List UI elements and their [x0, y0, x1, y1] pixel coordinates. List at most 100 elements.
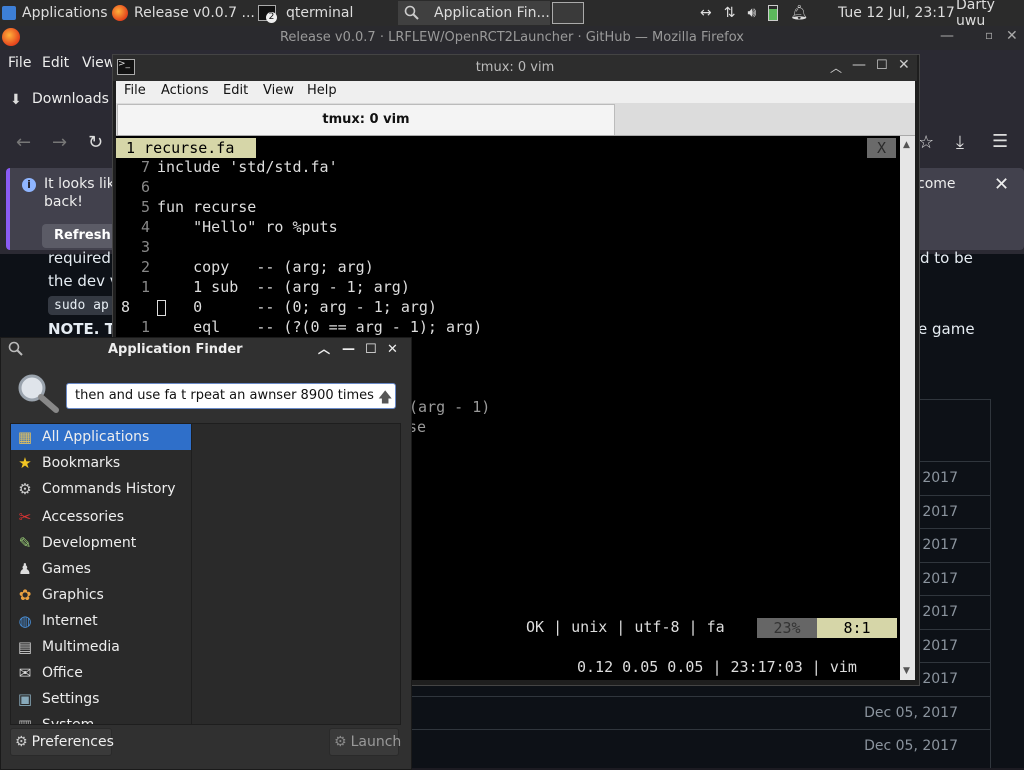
code-line: 1 sub -- (arg - 1; arg): [157, 278, 410, 296]
menu-file[interactable]: File: [8, 55, 31, 71]
menu-view[interactable]: View: [263, 83, 294, 98]
volume-icon[interactable]: 🔊︎: [747, 5, 756, 21]
preferences-button[interactable]: ⚙ Preferences: [10, 728, 114, 756]
page-text-required: required: [48, 249, 111, 267]
close-icon[interactable]: ✕: [1006, 28, 1018, 44]
asset-date: 2017: [922, 470, 958, 486]
notice-text-1: It looks lik: [44, 176, 115, 192]
task-qterminal-label: qterminal: [286, 5, 354, 21]
launch-button[interactable]: ⚙ Launch: [329, 728, 401, 756]
office-icon: ✉: [18, 664, 32, 682]
category-bookmarks[interactable]: ★ Bookmarks: [11, 450, 191, 476]
applications-menu-button[interactable]: Applications: [0, 1, 108, 25]
category-accessories[interactable]: ✂ Accessories: [11, 504, 191, 530]
task-appfinder-label: Application Fin...: [434, 5, 550, 21]
asset-row[interactable]: Dec 05, 2017: [410, 696, 990, 730]
preferences-label: Preferences: [31, 734, 114, 750]
clock[interactable]: Tue 12 Jul, 23:17: [838, 0, 955, 26]
notification-bell-icon[interactable]: 🔔︎: [790, 5, 808, 21]
category-games[interactable]: ♟ Games: [11, 556, 191, 582]
network-updown-icon[interactable]: ⇅: [724, 5, 736, 21]
asset-row[interactable]: Dec 05, 2017: [410, 729, 990, 763]
workspace-switcher[interactable]: [550, 1, 586, 25]
bookmark-star-icon[interactable]: ☆: [918, 132, 934, 153]
category-label: Accessories: [42, 509, 125, 525]
category-settings[interactable]: ▣ Settings: [11, 686, 191, 712]
settings-icon: ▣: [17, 690, 33, 708]
category-graphics[interactable]: ✿ Graphics: [11, 582, 191, 608]
close-icon[interactable]: ✕: [898, 57, 910, 73]
joystick-icon: ♟: [18, 560, 32, 578]
code-line: copy -- (arg; arg): [157, 258, 374, 276]
category-system[interactable]: ▥ System: [11, 712, 191, 724]
code-line-current: 0 -- (0; arg - 1; arg): [157, 298, 437, 316]
category-office[interactable]: ✉ Office: [11, 660, 191, 686]
menu-edit[interactable]: Edit: [223, 83, 248, 98]
user-menu[interactable]: Darty uwu: [956, 0, 1024, 29]
notice-close-icon[interactable]: ✕: [994, 174, 1009, 195]
menu-help[interactable]: Help: [307, 83, 337, 98]
appfinder-title: Application Finder: [108, 342, 243, 357]
film-icon: ▤: [17, 638, 33, 656]
expand-arrow-icon[interactable]: 🡅: [378, 387, 392, 411]
search-input[interactable]: then and use fa t rpeat an awnser 8900 t…: [66, 383, 396, 409]
category-internet[interactable]: ◍ Internet: [11, 608, 191, 634]
maximize-icon[interactable]: ☐: [365, 337, 377, 363]
vim-status-info: OK | unix | utf-8 | fa: [526, 618, 725, 636]
vim-close-tab[interactable]: X: [867, 138, 896, 158]
category-development[interactable]: ✎ Development: [11, 530, 191, 556]
vim-percent: 23%: [757, 618, 817, 638]
asset-date: 2017: [922, 504, 958, 520]
vim-cursor-position: 8:1: [817, 618, 897, 638]
maximize-icon[interactable]: ▫: [985, 28, 993, 42]
code-fragment: o(arg - 1): [400, 398, 491, 416]
scroll-up-icon[interactable]: ▲: [903, 140, 910, 150]
vim-buffer-tab[interactable]: 1 recurse.fa: [116, 138, 256, 158]
task-appfinder[interactable]: Application Fin...: [398, 1, 550, 25]
minimize-icon[interactable]: —: [342, 337, 355, 363]
rocket-icon: ⚙: [334, 734, 347, 750]
asset-date: Dec 05, 2017: [864, 738, 958, 754]
reload-icon[interactable]: ↻: [88, 132, 103, 153]
task-firefox[interactable]: Release v0.0.7 ...: [112, 1, 256, 25]
bookmark-downloads[interactable]: Downloads: [32, 91, 109, 107]
shade-icon[interactable]: ︿: [318, 336, 330, 362]
close-icon[interactable]: ✕: [387, 337, 398, 363]
task-qterminal[interactable]: 2 qterminal: [258, 1, 394, 25]
terminal-icon: >_: [117, 59, 135, 75]
asset-date: 2017: [922, 571, 958, 587]
category-all-applications[interactable]: ▦ All Applications: [11, 424, 191, 450]
terminal-scrollbar[interactable]: ▲ ▼: [900, 136, 915, 680]
minimize-icon[interactable]: —: [940, 28, 954, 44]
divider: [990, 399, 991, 768]
magnifier-icon: [8, 341, 23, 356]
code-line: include 'std/std.fa': [157, 158, 338, 176]
maximize-icon[interactable]: ☐: [876, 58, 888, 73]
battery-icon[interactable]: [768, 5, 779, 21]
forward-icon[interactable]: →: [52, 132, 67, 153]
menu-file[interactable]: File: [124, 83, 146, 98]
category-commands-history[interactable]: ⚙ Commands History: [11, 476, 191, 502]
back-icon[interactable]: ←: [16, 132, 31, 153]
asset-date: 2017: [922, 537, 958, 553]
menu-edit[interactable]: Edit: [42, 55, 69, 71]
network-arrows-icon[interactable]: ↔: [700, 5, 712, 21]
menu-view[interactable]: View: [82, 55, 115, 71]
menu-actions[interactable]: Actions: [161, 83, 209, 98]
tmux-status-line: 0.12 0.05 0.05 | 23:17:03 | vim: [577, 658, 857, 676]
hamburger-menu-icon[interactable]: ☰: [992, 131, 1008, 152]
category-multimedia[interactable]: ▤ Multimedia: [11, 634, 191, 660]
globe-icon: ◍: [18, 612, 32, 630]
line-number: 1: [140, 278, 150, 296]
downloads-button-icon[interactable]: ⤓: [956, 132, 964, 153]
qterminal-title-bar: tmux: 0 vim: [113, 55, 917, 81]
task-count-badge: 2: [266, 12, 277, 23]
palette-icon: ✿: [18, 586, 32, 604]
minimize-icon[interactable]: —: [852, 57, 866, 73]
scroll-down-icon[interactable]: ▼: [903, 666, 910, 676]
application-list[interactable]: [191, 423, 401, 725]
tab-tmux-vim[interactable]: tmux: 0 vim: [117, 104, 615, 135]
page-text-dev: the dev v: [48, 272, 119, 290]
shade-icon[interactable]: ︿: [830, 59, 842, 76]
terminal-icon: 2: [258, 5, 277, 23]
